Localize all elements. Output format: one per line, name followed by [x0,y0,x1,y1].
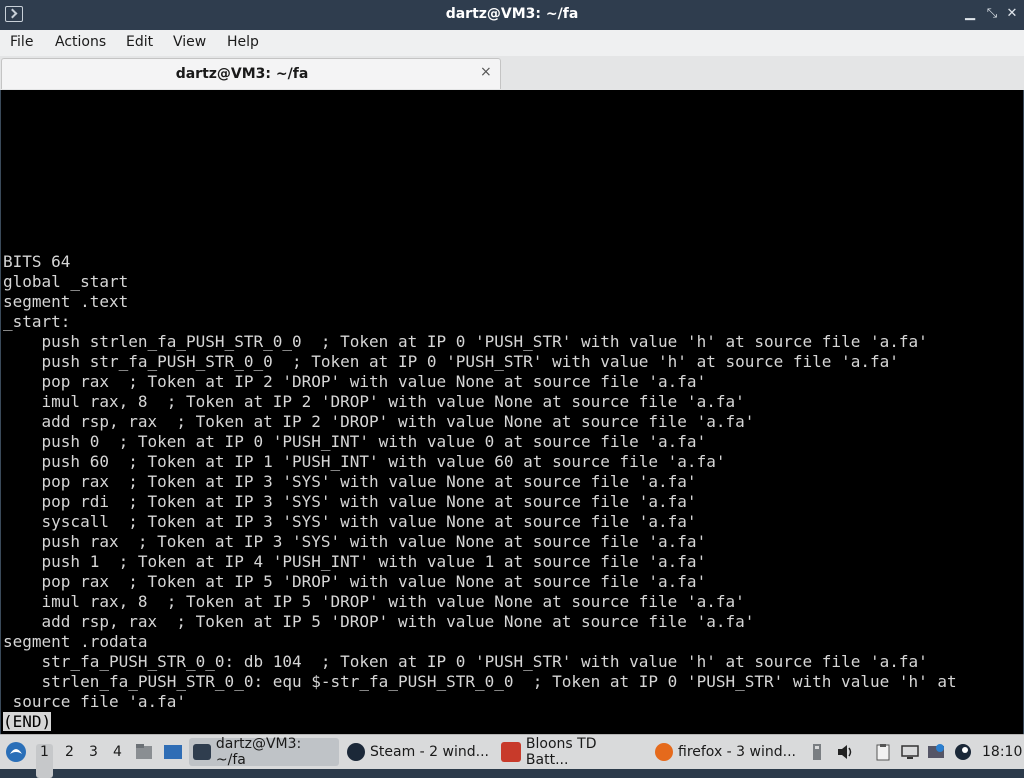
task-label: dartz@VM3: ~/fa [215,736,302,768]
terminal-line: str_fa_PUSH_STR_0_0: db 104 ; Token at I… [3,652,928,671]
desktop-1[interactable]: 1 [36,744,53,778]
terminal-line: BITS 64 [3,252,71,271]
terminal-line: pop rax ; Token at IP 3 'SYS' with value… [3,472,697,491]
taskbar: 1 2 3 4 dartz@VM3: ~/fa Steam - 2 wind..… [0,734,1024,778]
terminal-line: global _start [3,272,129,291]
desktop-3[interactable]: 3 [89,744,98,778]
close-button[interactable]: ✕ [1004,6,1020,22]
terminal-line: push 60 ; Token at IP 1 'PUSH_INT' with … [3,452,726,471]
terminal-line: syscall ; Token at IP 3 'SYS' with value… [3,512,697,531]
usb-drive-icon[interactable] [808,743,826,761]
tab-close-icon[interactable]: × [480,64,492,80]
terminal-line: pop rax ; Token at IP 2 'DROP' with valu… [3,372,707,391]
terminal-output[interactable]: BITS 64 global _start segment .text _sta… [0,90,1024,734]
task-label: Bloons TD Batt... [525,736,597,768]
terminal-line: imul rax, 8 ; Token at IP 5 'DROP' with … [3,592,745,611]
clipboard-icon[interactable] [874,743,892,761]
terminal-end-line: (END) [3,712,52,732]
firefox-icon [655,743,673,761]
menu-edit[interactable]: Edit [126,34,153,50]
terminal-line: push strlen_fa_PUSH_STR_0_0 ; Token at I… [3,332,928,351]
task-terminal[interactable]: dartz@VM3: ~/fa [189,736,339,768]
terminal-line: add rsp, rax ; Token at IP 2 'DROP' with… [3,412,755,431]
update-icon[interactable] [927,743,945,761]
desktop-4[interactable]: 4 [113,744,122,778]
terminal-line: push rax ; Token at IP 3 'SYS' with valu… [3,532,707,551]
terminal-line: segment .text [3,292,129,311]
terminal-line: segment .rodata [3,632,148,651]
terminal-line: imul rax, 8 ; Token at IP 2 'DROP' with … [3,392,745,411]
steam-icon [347,743,365,761]
start-menu-icon[interactable] [4,740,28,764]
bloons-icon [501,742,521,762]
terminal-line: pop rax ; Token at IP 5 'DROP' with valu… [3,572,707,591]
steam-tray-icon[interactable] [954,743,972,761]
menu-file[interactable]: File [10,34,33,50]
terminal-line: _start: [3,312,71,331]
show-desktop-icon[interactable] [163,742,183,762]
window-title: dartz@VM3: ~/fa [445,6,579,22]
window-titlebar[interactable]: dartz@VM3: ~/fa ▁ ⤡ ✕ [0,0,1024,30]
end-marker: (END) [3,712,52,731]
volume-icon[interactable] [836,743,854,761]
task-label: firefox - 3 wind... [678,744,796,760]
terminal-line: pop rdi ; Token at IP 3 'SYS' with value… [3,492,697,511]
menu-actions[interactable]: Actions [55,34,106,50]
terminal-line: add rsp, rax ; Token at IP 5 'DROP' with… [3,612,755,631]
tab-label: dartz@VM3: ~/fa [175,66,309,82]
terminal-line: push 0 ; Token at IP 0 'PUSH_INT' with v… [3,432,707,451]
terminal-line: push 1 ; Token at IP 4 'PUSH_INT' with v… [3,552,707,571]
terminal-line: push str_fa_PUSH_STR_0_0 ; Token at IP 0… [3,352,899,371]
maximize-button[interactable]: ⤡ [984,6,1000,22]
task-steam[interactable]: Steam - 2 wind... [343,738,493,766]
tab-bar: dartz@VM3: ~/fa × [0,56,1024,91]
file-manager-icon[interactable] [134,742,154,762]
menu-view[interactable]: View [173,34,206,50]
task-label: Steam - 2 wind... [370,744,489,760]
network-icon[interactable] [901,743,919,761]
menu-help[interactable]: Help [227,34,259,50]
task-bloons[interactable]: Bloons TD Batt... [497,736,647,768]
terminal-line: strlen_fa_PUSH_STR_0_0: equ $-str_fa_PUS… [3,672,957,691]
desktop-2[interactable]: 2 [65,744,74,778]
menu-bar: File Actions Edit View Help [0,30,1024,57]
task-firefox[interactable]: firefox - 3 wind... [651,738,801,766]
minimize-button[interactable]: ▁ [962,6,978,22]
clock[interactable]: 18:10 [982,744,1022,778]
tab-terminal[interactable]: dartz@VM3: ~/fa × [1,58,501,89]
terminal-icon [193,744,211,760]
terminal-line: source file 'a.fa' [3,692,187,711]
